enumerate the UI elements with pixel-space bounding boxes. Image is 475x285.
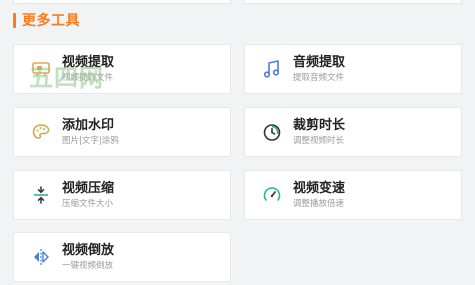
tool-card-texts: 裁剪时长 调整视频时长	[293, 117, 345, 147]
tool-desc: 调整播放倍速	[293, 199, 345, 209]
previous-card-edge-left	[13, 0, 231, 4]
tool-desc: 压缩文件大小	[62, 199, 114, 209]
video-frame-icon	[30, 58, 52, 80]
tool-title: 音频提取	[293, 55, 346, 70]
tool-card-compress[interactable]: 视频压缩 压缩文件大小	[13, 170, 231, 220]
section-header: 更多工具	[13, 11, 80, 29]
section-title: 更多工具	[22, 13, 80, 29]
music-note-icon	[261, 58, 283, 80]
tool-title: 视频变速	[293, 181, 346, 196]
tool-card-texts: 视频变速 调整播放倍速	[293, 180, 345, 210]
tool-card-extract-audio[interactable]: 音频提取 提取音频文件	[244, 44, 462, 94]
tool-desc: 视频提取文件	[62, 73, 114, 83]
tool-title: 裁剪时长	[293, 118, 346, 133]
tool-title: 添加水印	[62, 118, 115, 133]
palette-icon	[30, 121, 52, 143]
tool-card-texts: 视频提取 视频提取文件	[62, 54, 114, 84]
tool-title: 视频提取	[62, 55, 115, 70]
tool-card-texts: 添加水印 图片|文字|涂鸦	[62, 117, 119, 147]
mirror-flip-icon	[30, 246, 52, 268]
previous-card-edge-right	[244, 0, 462, 4]
tool-desc: 图片|文字|涂鸦	[62, 136, 119, 146]
tool-title: 视频倒放	[62, 243, 115, 258]
compress-icon	[30, 184, 52, 206]
speedometer-icon	[261, 184, 283, 206]
tool-card-speed[interactable]: 视频变速 调整播放倍速	[244, 170, 462, 220]
section-accent-bar	[13, 12, 16, 28]
tool-card-texts: 音频提取 提取音频文件	[293, 54, 345, 84]
tool-card-watermark[interactable]: 添加水印 图片|文字|涂鸦	[13, 107, 231, 157]
tool-desc: 一键视频倒放	[62, 261, 114, 271]
tool-card-extract-frames[interactable]: 视频提取 视频提取文件	[13, 44, 231, 94]
tool-desc: 提取音频文件	[293, 73, 345, 83]
tool-card-texts: 视频压缩 压缩文件大小	[62, 180, 114, 210]
tool-card-texts: 视频倒放 一键视频倒放	[62, 242, 114, 272]
tool-card-trim[interactable]: 裁剪时长 调整视频时长	[244, 107, 462, 157]
tool-title: 视频压缩	[62, 181, 115, 196]
tool-desc: 调整视频时长	[293, 136, 345, 146]
tool-card-reverse[interactable]: 视频倒放 一键视频倒放	[13, 232, 231, 282]
timer-icon	[261, 121, 283, 143]
